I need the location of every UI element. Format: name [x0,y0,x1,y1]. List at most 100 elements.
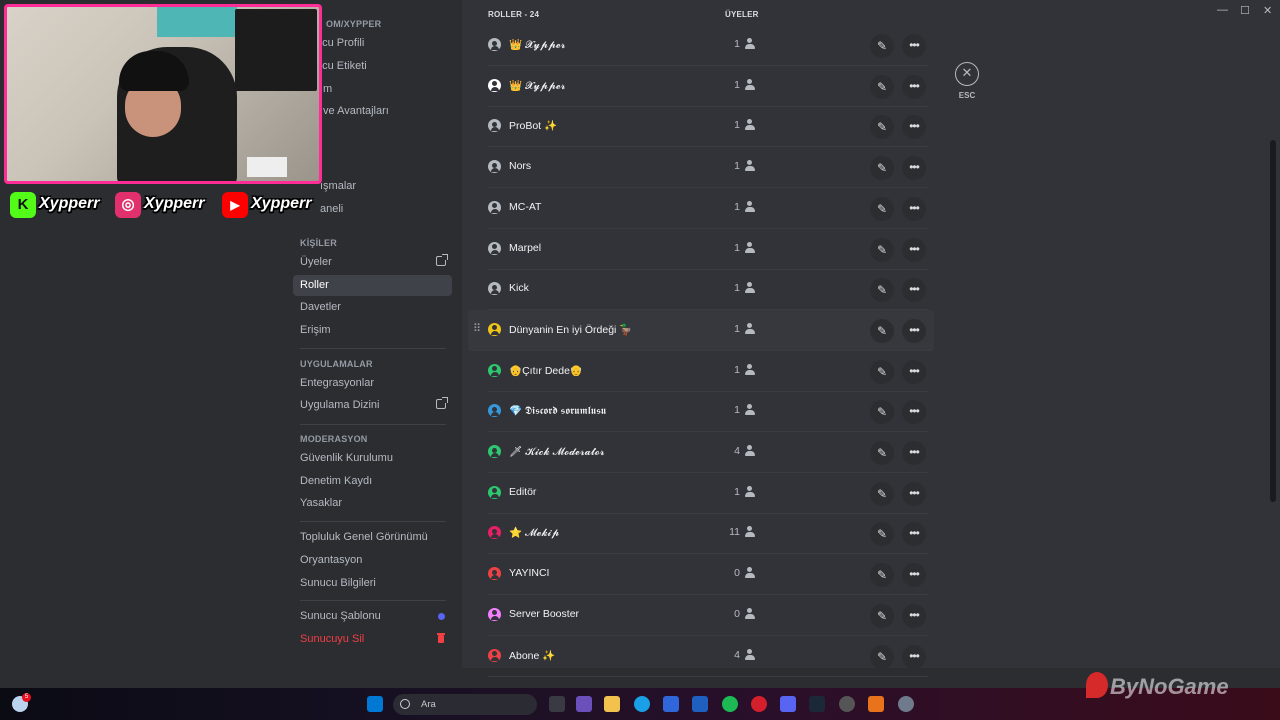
steam-icon[interactable] [809,696,825,712]
edit-role-button[interactable]: ✎ [870,563,894,588]
sidebar-item-partial[interactable]: m [316,79,475,100]
edit-role-button[interactable]: ✎ [870,644,894,669]
more-options-button[interactable]: ••• [902,115,926,140]
sidebar-item-server-info[interactable]: Sunucu Bilgileri [293,573,452,594]
sidebar-item-community-overview[interactable]: Topluluk Genel Görünümü [293,527,452,548]
role-row[interactable]: ⠿ Dünyanin En iyi Ördeği 🦆 1 ✎ ••• [468,309,934,351]
minimize-button[interactable]: — [1217,4,1228,16]
social-handle: Xypperr [39,195,100,212]
scrollbar[interactable] [1270,140,1276,502]
more-options-button[interactable]: ••• [902,563,926,588]
more-options-button[interactable]: ••• [902,481,926,506]
sidebar-item-app-directory[interactable]: Uygulama Dizini [293,395,452,416]
role-row[interactable]: 👑 𝓧𝔂𝓹𝓹𝓮𝓻 1 ✎ ••• [488,66,928,107]
role-row[interactable]: ⭐ 𝓜𝓮𝓴𝓲𝓹 11 ✎ ••• [488,513,928,555]
settings-icon[interactable] [898,696,914,712]
more-options-button[interactable]: ••• [902,278,926,303]
sidebar-item-safety-setup[interactable]: Güvenlik Kurulumu [293,448,452,469]
maximize-button[interactable]: ☐ [1240,4,1250,17]
sidebar-item-access[interactable]: Erişim [293,320,452,341]
sidebar-item-members[interactable]: Üyeler [293,252,452,273]
role-row[interactable]: 👑 𝓧𝔂𝓹𝓹𝓮𝓻 1 ✎ ••• [488,25,928,66]
more-options-button[interactable]: ••• [902,522,926,547]
sidebar-item-roles[interactable]: Roller [293,275,452,296]
role-row[interactable]: 💎 𝕯𝖎𝖘𝖈𝖔𝖗𝖉 𝖘𝖔𝖗𝖚𝖒𝖑𝖚𝖘𝖚 1 ✎ ••• [488,391,928,433]
edit-role-button[interactable]: ✎ [870,481,894,506]
edit-role-button[interactable]: ✎ [870,400,894,425]
role-member-count: 1 [734,404,740,417]
role-row[interactable]: ProBot ✨ 1 ✎ ••• [488,106,928,148]
close-button[interactable]: ✕ [955,62,979,86]
person-icon [744,241,755,254]
edit-role-button[interactable]: ✎ [870,237,894,262]
role-row[interactable]: Editör 1 ✎ ••• [488,473,928,514]
edit-role-button[interactable]: ✎ [870,196,894,221]
more-options-button[interactable]: ••• [902,34,926,58]
edit-role-button[interactable]: ✎ [870,603,894,628]
role-member-count: 1 [734,241,740,254]
mail-icon[interactable] [692,696,708,712]
role-row[interactable]: Server Booster 0 ✎ ••• [488,595,928,636]
more-options-button[interactable]: ••• [902,318,926,343]
role-row[interactable]: 👴Çıtır Dede👴 1 ✎ ••• [488,351,928,392]
task-view-icon[interactable] [549,696,565,712]
more-options-button[interactable]: ••• [902,359,926,384]
more-options-button[interactable]: ••• [902,237,926,262]
role-row[interactable]: MC-AT 1 ✎ ••• [488,188,928,229]
edit-role-button[interactable]: ✎ [870,34,894,58]
role-row-content: 👴Çıtır Dede👴 1 ✎ ••• [488,351,928,392]
more-options-button[interactable]: ••• [902,441,926,465]
sidebar-item-server-template[interactable]: Sunucu Şablonu [293,606,452,627]
discord-icon[interactable] [780,696,796,712]
sidebar-item-delete-server[interactable]: Sunucuyu Sil [293,629,452,650]
role-row[interactable]: Abone ✨ 4 ✎ ••• [488,636,928,677]
edit-role-button[interactable]: ✎ [870,318,894,343]
more-options-button[interactable]: ••• [902,156,926,181]
taskbar-search[interactable]: Ara [393,694,537,715]
role-row[interactable]: Marpel 1 ✎ ••• [488,229,928,270]
edit-role-button[interactable]: ✎ [870,359,894,384]
role-row[interactable]: Kick 1 ✎ ••• [488,269,928,311]
edit-role-button[interactable]: ✎ [870,522,894,547]
opera-icon[interactable] [751,696,767,712]
more-options-button[interactable]: ••• [902,196,926,221]
edit-role-button[interactable]: ✎ [870,278,894,303]
sidebar-item-onboarding[interactable]: Oryantasyon [293,550,452,571]
role-member-count: 1 [734,322,740,335]
more-options-button[interactable]: ••• [902,603,926,628]
file-explorer-icon[interactable] [604,696,620,712]
more-options-button[interactable]: ••• [902,74,926,99]
person-icon [744,607,755,620]
sidebar-item-integrations[interactable]: Entegrasyonlar [293,373,452,394]
app-icon[interactable] [839,696,855,712]
app-icon[interactable] [868,696,884,712]
sidebar-item-channel[interactable]: aneli [313,199,472,220]
more-options-button[interactable]: ••• [902,400,926,425]
store-icon[interactable] [663,696,679,712]
sidebar-item-mentions[interactable]: ışmalar [313,176,472,197]
edit-role-button[interactable]: ✎ [870,156,894,181]
role-row[interactable]: YAYINCI 0 ✎ ••• [488,554,928,596]
role-row[interactable]: 🗡 𝓚𝓲𝓬𝓴 𝓜𝓸𝓭𝓮𝓻𝓪𝓽𝓸𝓻 4 ✎ ••• [488,432,928,473]
section-header-apps: UYGULAMALAR [300,359,373,369]
start-button-icon[interactable] [367,696,383,712]
m365-icon[interactable] [576,696,592,712]
sidebar-item-server-profile[interactable]: ucu Profili [309,33,468,54]
edit-role-button[interactable]: ✎ [870,74,894,99]
sidebar-item-audit-log[interactable]: Denetim Kaydı [293,471,452,492]
role-color-icon [488,282,501,296]
edit-role-button[interactable]: ✎ [870,441,894,465]
spotify-icon[interactable] [722,696,738,712]
drag-handle-icon[interactable]: ⠿ [473,322,481,335]
window-close-button[interactable]: ✕ [1263,4,1272,17]
sidebar-item-server-tag[interactable]: ucu Etiketi [309,56,468,77]
server-name-header: OM/XYPPER [326,19,382,29]
sidebar-item-bans[interactable]: Yasaklar [293,493,452,514]
edit-role-button[interactable]: ✎ [870,115,894,140]
sidebar-item-invites[interactable]: Davetler [293,297,452,318]
role-row[interactable]: Nors 1 ✎ ••• [488,147,928,189]
sidebar-item-boost-perks[interactable]: ve Avantajları [316,101,475,122]
edge-icon[interactable] [634,696,650,712]
role-row-content: ProBot ✨ 1 ✎ ••• [488,106,928,147]
more-options-button[interactable]: ••• [902,644,926,669]
